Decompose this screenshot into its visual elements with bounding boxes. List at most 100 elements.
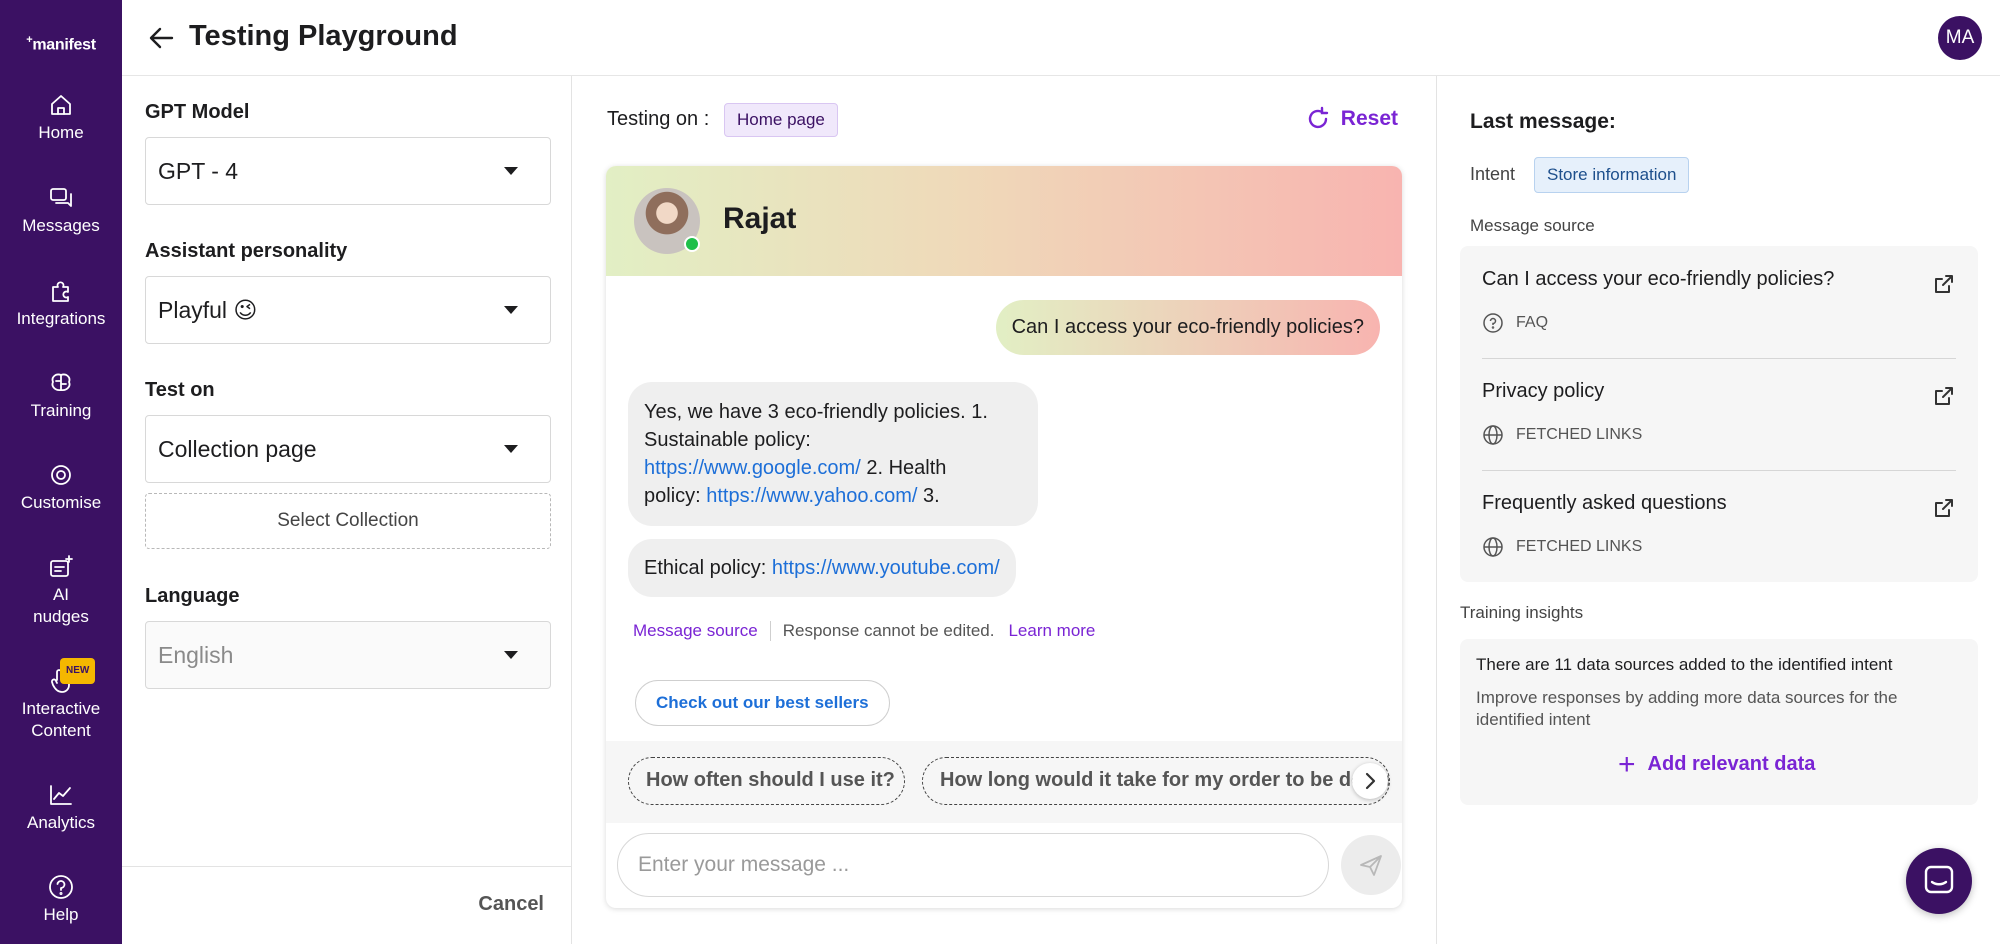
suggestion-chip[interactable]: How often should I use it? [628, 757, 905, 805]
chat-launcher-button[interactable] [1906, 848, 1972, 914]
header: Testing Playground MA [122, 0, 2000, 76]
user-message: Can I access your eco-friendly policies? [995, 300, 1380, 355]
source-title: Can I access your eco-friendly policies? [1482, 268, 1835, 290]
gear-icon [48, 462, 74, 488]
test-on-value: Collection page [158, 436, 317, 462]
language-label: Language [145, 585, 240, 607]
question-circle-icon [1483, 313, 1503, 333]
source-type-label: FETCHED LINKS [1516, 538, 1643, 555]
sidebar-item-analytics[interactable]: Analytics [0, 782, 122, 834]
chart-icon [48, 782, 74, 808]
sidebar-item-training[interactable]: Training [0, 370, 122, 422]
chat-window: Rajat Can I access your eco-friendly pol… [606, 166, 1402, 908]
gpt-model-select[interactable]: GPT - 4 [145, 137, 551, 205]
personality-select[interactable]: Playful 😉 [145, 276, 551, 344]
chat-bubble-icon [1924, 865, 1954, 894]
sidebar-item-help[interactable]: Help [0, 874, 122, 926]
training-insights-card: There are 11 data sources added to the i… [1460, 639, 1978, 805]
sidebar-item-messages[interactable]: Messages [0, 185, 122, 237]
source-title: Frequently asked questions [1482, 492, 1727, 514]
testing-on-label: Testing on : [607, 108, 710, 130]
external-link-icon[interactable] [1932, 272, 1956, 296]
caret-down-icon [504, 306, 518, 314]
source-type-label: FETCHED LINKS [1516, 426, 1643, 443]
external-link-icon[interactable] [1932, 384, 1956, 408]
suggestion-chip[interactable]: How long would it take for my order to b… [922, 757, 1390, 805]
intent-chip: Store information [1534, 157, 1690, 193]
globe-icon [1483, 425, 1503, 445]
last-message-title: Last message: [1470, 110, 1616, 133]
source-type: FETCHED LINKS [1482, 424, 1642, 446]
bot-link[interactable]: https://www.yahoo.com/ [706, 485, 917, 507]
source-item[interactable]: Can I access your eco-friendly policies?… [1482, 246, 1956, 358]
sidebar-item-label: Analytics [26, 813, 96, 832]
testing-on-chip: Home page [724, 103, 838, 137]
sidebar-item-ai-nudges[interactable]: AI nudges [0, 554, 122, 628]
bot-link[interactable]: https://www.google.com/ [644, 457, 861, 479]
bot-text: 2. Health [860, 457, 947, 479]
config-footer: Cancel [122, 866, 572, 944]
divider [769, 621, 771, 641]
config-panel: GPT Model GPT - 4 Assistant personality … [122, 76, 572, 944]
message-meta: Message source Response cannot be edited… [633, 621, 1095, 641]
caret-down-icon [504, 651, 518, 659]
reset-button[interactable]: Reset [1305, 106, 1398, 132]
message-input[interactable] [617, 833, 1329, 897]
gpt-model-label: GPT Model [145, 101, 250, 123]
send-icon [1360, 855, 1382, 876]
sidebar-item-interactive-content[interactable]: NEW Interactive Content [0, 658, 122, 742]
sidebar-item-label: nudges [33, 607, 89, 626]
avatar[interactable]: MA [1938, 16, 1982, 60]
select-collection-button[interactable]: Select Collection [145, 493, 551, 549]
plus-icon: + [1618, 747, 1636, 781]
reset-label: Reset [1340, 107, 1398, 130]
sidebar-item-integrations[interactable]: Integrations [0, 278, 122, 330]
sidebar-item-label: Messages [22, 216, 100, 235]
back-arrow-icon[interactable] [146, 22, 178, 54]
sidebar-item-customise[interactable]: Customise [0, 462, 122, 514]
nudge-icon [48, 554, 74, 580]
bot-text: 3. [917, 485, 940, 507]
online-status-dot [684, 236, 700, 252]
best-sellers-button[interactable]: Check out our best sellers [635, 680, 890, 726]
sidebar-item-label: Training [30, 401, 92, 420]
sidebar-item-label: Interactive [21, 699, 101, 718]
logo[interactable]: +manifest [0, 34, 122, 54]
external-link-icon[interactable] [1932, 496, 1956, 520]
learn-more-link[interactable]: Learn more [1008, 621, 1095, 641]
gpt-model-value: GPT - 4 [158, 158, 239, 184]
bot-text: policy: [644, 485, 707, 507]
messages-icon [48, 185, 74, 211]
agent-name: Rajat [723, 202, 797, 235]
help-icon [48, 874, 74, 900]
sources-card: Can I access your eco-friendly policies?… [1460, 246, 1978, 582]
bot-link[interactable]: https://www.youtube.com/ [772, 557, 1000, 579]
send-button[interactable] [1341, 835, 1401, 895]
test-on-select[interactable]: Collection page [145, 415, 551, 483]
sidebar-item-label: Help [43, 905, 79, 924]
sidebar: +manifest Home Messages Integrations Tra… [0, 0, 122, 944]
sidebar-item-label: Content [31, 721, 91, 740]
insight-sub: Improve responses by adding more data so… [1476, 688, 1898, 729]
chat-area: Testing on : Home page Reset Rajat Can I… [573, 76, 1436, 944]
source-item[interactable]: Privacy policy FETCHED LINKS [1482, 358, 1956, 470]
caret-down-icon [504, 445, 518, 453]
language-select[interactable]: English [145, 621, 551, 689]
refresh-icon [1308, 106, 1328, 129]
bot-text: Sustainable policy: [644, 429, 811, 451]
cancel-button[interactable]: Cancel [478, 893, 544, 916]
test-on-label: Test on [145, 379, 215, 401]
message-source-link[interactable]: Message source [633, 621, 758, 641]
sidebar-item-label: Home [38, 123, 84, 142]
home-icon [48, 92, 74, 118]
sidebar-item-home[interactable]: Home [0, 92, 122, 144]
personality-label: Assistant personality [145, 240, 348, 262]
caret-down-icon [504, 167, 518, 175]
bot-message: Ethical policy: https://www.youtube.com/ [628, 539, 1016, 597]
new-badge: NEW [60, 658, 96, 684]
sidebar-item-label: AI [52, 585, 70, 604]
add-relevant-data-button[interactable]: + Add relevant data [1618, 747, 1815, 781]
source-item[interactable]: Frequently asked questions FETCHED LINKS [1482, 470, 1956, 582]
personality-value: Playful 😉 [158, 297, 258, 323]
chevron-right-icon[interactable] [1352, 763, 1388, 799]
